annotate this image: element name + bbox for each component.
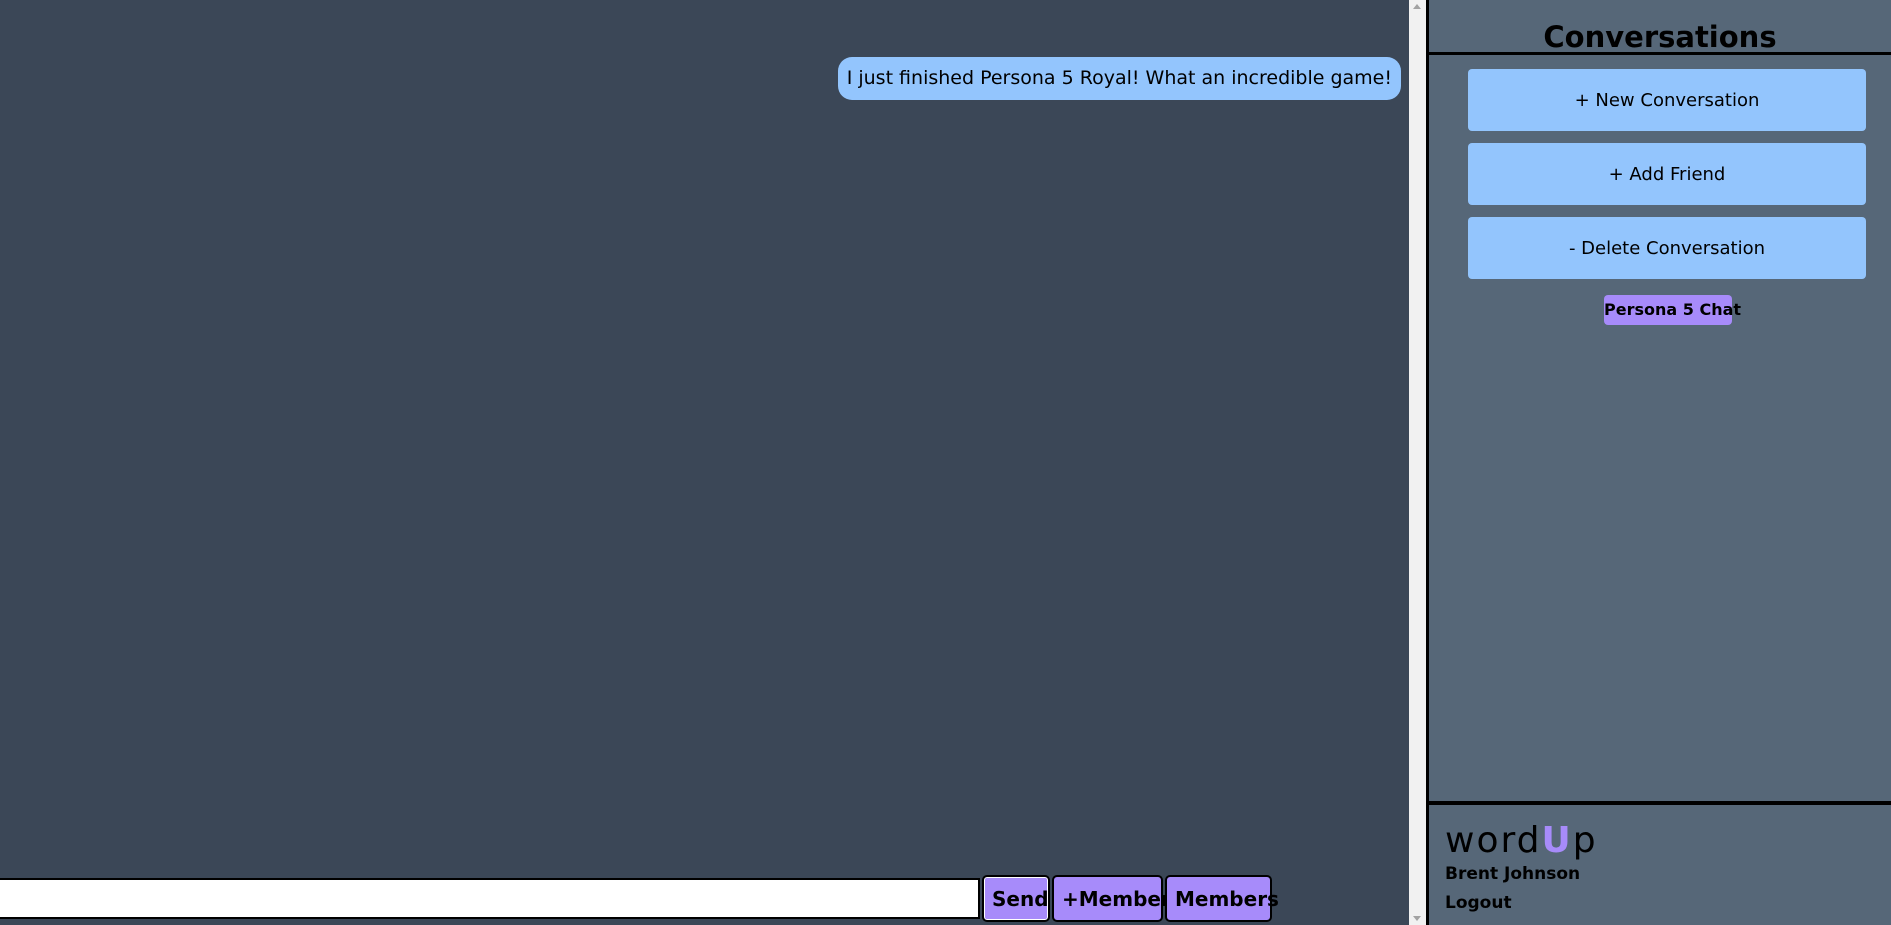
chat-area: I just finished Persona 5 Royal! What an… xyxy=(0,0,1409,925)
username-label: Brent Johnson xyxy=(1445,864,1581,884)
logout-link[interactable]: Logout xyxy=(1445,893,1512,913)
message-composer: Send +Member Members xyxy=(0,875,1279,922)
app: I just finished Persona 5 Royal! What an… xyxy=(0,0,1891,925)
send-button[interactable]: Send xyxy=(982,875,1050,922)
message-input[interactable] xyxy=(0,878,980,919)
members-button[interactable]: Members xyxy=(1165,875,1279,922)
delete-conversation-button[interactable]: - Delete Conversation xyxy=(1468,217,1866,279)
add-member-button[interactable]: +Member xyxy=(1052,875,1171,922)
chat-scrollbar[interactable] xyxy=(1409,0,1426,925)
wordup-logo: wordUp xyxy=(1445,821,1598,861)
sidebar-title: Conversations xyxy=(1429,0,1891,55)
conversation-item[interactable]: Persona 5 Chat xyxy=(1604,295,1741,325)
scroll-down-icon[interactable] xyxy=(1413,916,1421,921)
logo-accent: U xyxy=(1541,820,1573,861)
logo-prefix: word xyxy=(1445,820,1542,861)
new-conversation-button[interactable]: + New Conversation xyxy=(1468,69,1866,131)
conversations-sidebar: Conversations + New Conversation + Add F… xyxy=(1426,0,1891,925)
scroll-up-icon[interactable] xyxy=(1413,4,1421,9)
sidebar-footer: wordUp Brent Johnson Logout xyxy=(1429,801,1891,925)
logo-suffix: p xyxy=(1572,820,1598,861)
chat-message: I just finished Persona 5 Royal! What an… xyxy=(837,57,1401,100)
add-friend-button[interactable]: + Add Friend xyxy=(1468,143,1866,205)
